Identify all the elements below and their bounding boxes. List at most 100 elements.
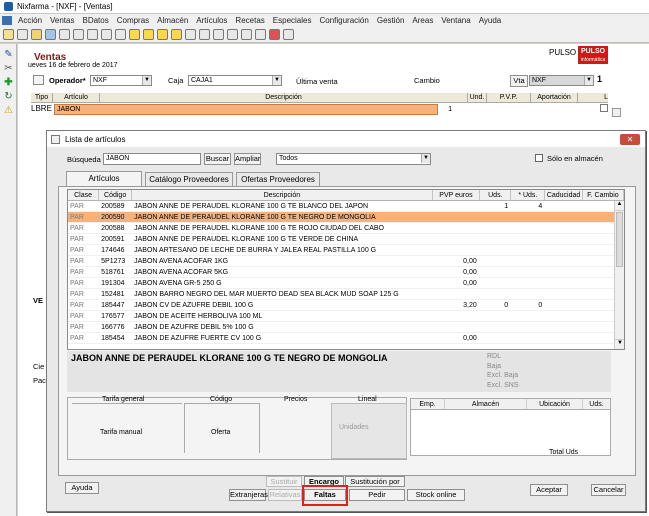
menu-ventas[interactable]: Ventas: [46, 16, 78, 25]
insert-record-icon[interactable]: [185, 29, 196, 40]
scroll-up-icon[interactable]: ▲: [615, 201, 624, 211]
print-icon[interactable]: [213, 29, 224, 40]
sustituir-button[interactable]: Sustituir: [266, 476, 302, 487]
table-row[interactable]: PAR 152481 JABON BARRO NEGRO DEL MAR MUERT…: [68, 289, 624, 300]
ampliar-button[interactable]: Ampliar: [234, 153, 261, 165]
solo-almacen-checkbox[interactable]: [535, 154, 543, 162]
col-codigo[interactable]: Código: [99, 190, 133, 200]
menu-accion[interactable]: Acción: [14, 16, 46, 25]
cell-descripcion: JABON DE AZUFRE DEBIL 5% 100 G: [134, 324, 254, 331]
scroll-thumb[interactable]: [616, 212, 623, 267]
col-pvp-euros[interactable]: PVP euros: [433, 190, 481, 200]
first-record-icon[interactable]: [129, 29, 140, 40]
warning-icon[interactable]: ⚠: [3, 105, 14, 116]
menu-ayuda[interactable]: Ayuda: [475, 16, 506, 25]
faltas-highlight-box: [302, 485, 348, 506]
filter-select[interactable]: Todos ▼: [276, 153, 431, 165]
grid-scroll-button[interactable]: [612, 108, 621, 117]
table-row[interactable]: PAR 200591 JABON ANNE DE PERAUDEL KLORANE …: [68, 234, 624, 245]
vta-select[interactable]: NXF ▼: [529, 75, 594, 86]
previous-record-icon[interactable]: [143, 29, 154, 40]
table-row[interactable]: PAR 200589 JABON ANNE DE PERAUDEL KLORANE …: [68, 201, 624, 212]
menu-ventana[interactable]: Ventana: [437, 16, 474, 25]
save-icon[interactable]: [45, 29, 56, 40]
paste-icon[interactable]: [101, 29, 112, 40]
col-clase[interactable]: Clase: [68, 190, 100, 200]
col-descripcion: Descripción: [100, 93, 468, 102]
table-row[interactable]: PAR 200590 JABON ANNE DE PERAUDEL KLORANE …: [68, 212, 624, 223]
delete-icon[interactable]: [73, 29, 84, 40]
menu-especiales[interactable]: Especiales: [269, 16, 316, 25]
search-icon[interactable]: [227, 29, 238, 40]
stock-online-button[interactable]: Stock online: [407, 489, 465, 501]
refresh-icon[interactable]: ↻: [3, 91, 14, 102]
document-icon[interactable]: [283, 29, 294, 40]
cancelar-button[interactable]: Cancelar: [591, 484, 626, 496]
ayuda-button[interactable]: Ayuda: [65, 482, 99, 494]
clear-icon[interactable]: [115, 29, 126, 40]
calculator-icon[interactable]: [241, 29, 252, 40]
vta-button[interactable]: Vta: [510, 75, 528, 87]
menu-configuracion[interactable]: Configuración: [315, 16, 372, 25]
cell-uds-star: [511, 234, 545, 244]
close-icon[interactable]: ✕: [620, 134, 640, 145]
menu-almacen[interactable]: Almacén: [153, 16, 192, 25]
table-row[interactable]: PAR 166776 JABON DE AZUFRE DEBIL 5% 100 G: [68, 322, 624, 333]
add-icon[interactable]: ✚: [3, 77, 14, 88]
buscar-button[interactable]: Buscar: [204, 153, 231, 165]
cell-pvp: [432, 322, 480, 332]
scroll-down-icon[interactable]: ▼: [615, 339, 624, 349]
relativas-button[interactable]: Relativas: [268, 489, 302, 501]
col-f-cambio[interactable]: F. Cambio: [583, 190, 624, 200]
remove-record-icon[interactable]: [199, 29, 210, 40]
col-uds-star[interactable]: * Uds.: [511, 190, 546, 200]
folder-icon[interactable]: [31, 29, 42, 40]
mdi-window-icon[interactable]: [2, 16, 12, 25]
grid-row-articulo[interactable]: JABON: [54, 104, 438, 115]
operator-icon[interactable]: [33, 75, 44, 85]
cell-caducidad: [545, 212, 583, 222]
undo-icon[interactable]: [87, 29, 98, 40]
open-icon[interactable]: [17, 29, 28, 40]
col-uds[interactable]: Uds.: [480, 190, 512, 200]
tab-catalogo-proveedores[interactable]: Catálogo Proveedores: [145, 172, 233, 186]
col-caducidad[interactable]: Caducidad: [545, 190, 583, 200]
table-row[interactable]: PAR 5P1273 JABON AVENA ACOFAR 1KG 0,00: [68, 256, 624, 267]
menu-recetas[interactable]: Recetas: [231, 16, 268, 25]
menu-bdatos[interactable]: BDatos: [78, 16, 112, 25]
table-row[interactable]: PAR 518761 JABON AVENA ACOFAR 5KG 0,00: [68, 267, 624, 278]
menu-gestion[interactable]: Gestión: [373, 16, 409, 25]
operador-select[interactable]: NXF ▼: [90, 75, 152, 86]
caja-select[interactable]: CAJA1 ▼: [188, 75, 282, 86]
pedir-button[interactable]: Pedir: [349, 489, 405, 501]
menu-compras[interactable]: Compras: [113, 16, 153, 25]
col-descripcion[interactable]: Descripción: [132, 190, 433, 200]
cell-caducidad: [545, 289, 583, 299]
cell-codigo: 200589: [101, 203, 125, 210]
articles-vertical-scrollbar[interactable]: ▲ ▼: [614, 201, 624, 349]
tab-articulos[interactable]: Artículos: [66, 171, 142, 187]
table-row[interactable]: PAR 176577 JABON DE ACEITE HERBOLIVA 100 M…: [68, 311, 624, 322]
menu-areas[interactable]: Areas: [408, 16, 437, 25]
next-record-icon[interactable]: [157, 29, 168, 40]
notes-icon[interactable]: [255, 29, 266, 40]
tab-ofertas-proveedores[interactable]: Ofertas Proveedores: [236, 172, 320, 186]
new-icon[interactable]: [3, 29, 14, 40]
table-row[interactable]: PAR 185454 JABON DE AZUFRE FUERTE CV 100 G…: [68, 333, 624, 344]
menu-articulos[interactable]: Artículos: [192, 16, 231, 25]
busqueda-input[interactable]: JABON: [103, 153, 201, 165]
last-record-icon[interactable]: [171, 29, 182, 40]
table-row[interactable]: PAR 174646 JABON ARTESANO DE LECHE DE BURR…: [68, 245, 624, 256]
copy-icon[interactable]: [59, 29, 70, 40]
help-icon[interactable]: [269, 29, 280, 40]
sustitucion-ah-button[interactable]: Sustitución por AH: [345, 476, 405, 496]
table-row[interactable]: PAR 191304 JABON AVENA GR-5 250 G 0,00: [68, 278, 624, 289]
aceptar-button[interactable]: Aceptar: [530, 484, 568, 496]
cell-codigo: 200588: [101, 225, 125, 232]
edit-icon[interactable]: ✎: [3, 49, 14, 60]
table-row[interactable]: PAR 200588 JABON ANNE DE PERAUDEL KLORANE …: [68, 223, 624, 234]
extranjeras-button[interactable]: Extranjeras: [229, 489, 268, 501]
table-row[interactable]: PAR 185447 JABON CV DE AZUFRE DEBIL 100 G 3…: [68, 300, 624, 311]
line-checkbox[interactable]: [600, 104, 608, 112]
wrench-icon[interactable]: ✂: [3, 63, 14, 74]
